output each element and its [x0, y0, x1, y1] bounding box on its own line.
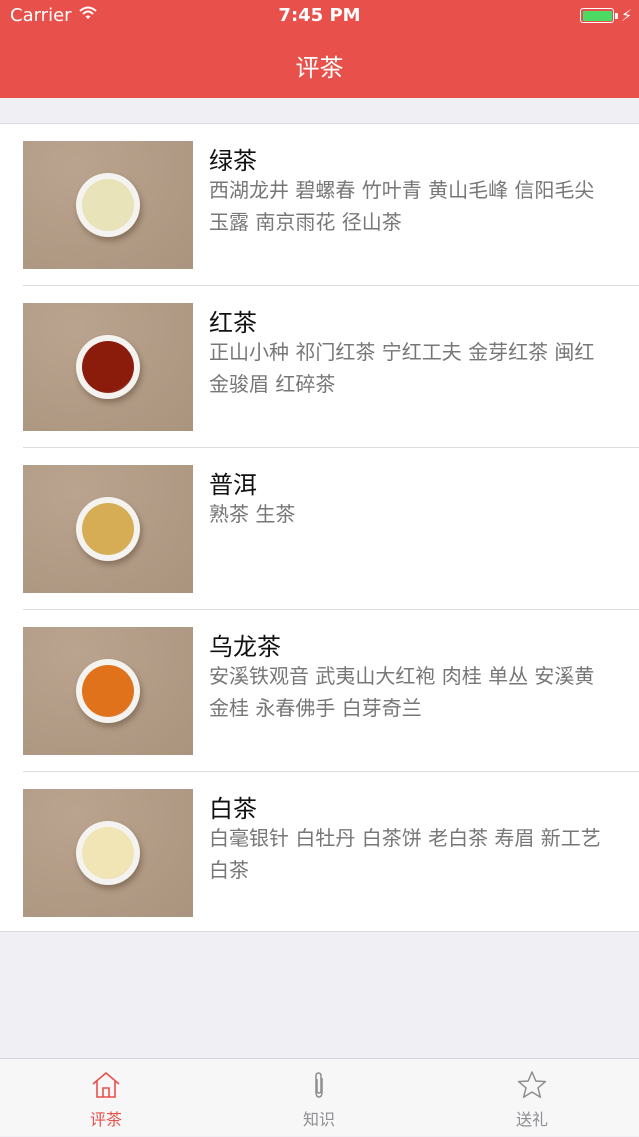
tab-label: 知识	[302, 1110, 335, 1129]
tab-label: 评茶	[89, 1110, 122, 1129]
battery-tip	[615, 13, 618, 19]
battery-icon	[580, 8, 614, 23]
tea-cup-image	[23, 465, 193, 593]
tea-title: 白茶	[209, 795, 257, 823]
tea-cup-image	[23, 789, 193, 917]
status-time: 7:45 PM	[278, 5, 361, 26]
tea-cup-image	[23, 627, 193, 755]
tea-description: 西湖龙井 碧螺春 竹叶青 黄山毛峰 信阳毛尖 玉露 南京雨花 径山茶	[209, 178, 595, 234]
page-title: 评茶	[295, 53, 344, 82]
tea-liquor	[82, 827, 134, 879]
house-icon	[90, 1069, 122, 1101]
star-icon	[516, 1069, 548, 1101]
tea-cup-image	[23, 303, 193, 431]
tea-liquor	[82, 503, 134, 555]
tea-description: 安溪铁观音 武夷山大红袍 肉桂 单丛 安溪黄金桂 永春佛手 白芽奇兰	[209, 664, 595, 720]
tea-cup-image	[23, 141, 193, 269]
charging-icon: ⚡	[621, 6, 633, 25]
tea-description: 正山小种 祁门红茶 宁红工夫 金芽红茶 闽红 金骏眉 红碎茶	[209, 340, 595, 396]
tab-gift[interactable]: 送礼	[472, 1059, 592, 1137]
tab-bar: 评茶 知识 送礼	[0, 1058, 639, 1136]
paperclip-icon	[303, 1069, 335, 1101]
tea-title: 红茶	[209, 309, 257, 337]
tea-liquor	[82, 665, 134, 717]
tab-label: 送礼	[515, 1110, 548, 1129]
tea-title: 乌龙茶	[209, 633, 281, 661]
tea-liquor	[82, 179, 134, 231]
tea-title: 普洱	[209, 471, 257, 499]
tea-title: 绿茶	[209, 147, 257, 175]
tea-description: 熟茶 生茶	[209, 502, 296, 526]
tab-knowledge[interactable]: 知识	[259, 1059, 379, 1137]
navigation-bar: 评茶	[0, 32, 639, 98]
status-bar: Carrier 7:45 PM ⚡	[0, 0, 639, 32]
tab-review[interactable]: 评茶	[46, 1059, 166, 1137]
tea-liquor	[82, 341, 134, 393]
tea-description: 白毫银针 白牡丹 白茶饼 老白茶 寿眉 新工艺白茶	[209, 826, 601, 882]
